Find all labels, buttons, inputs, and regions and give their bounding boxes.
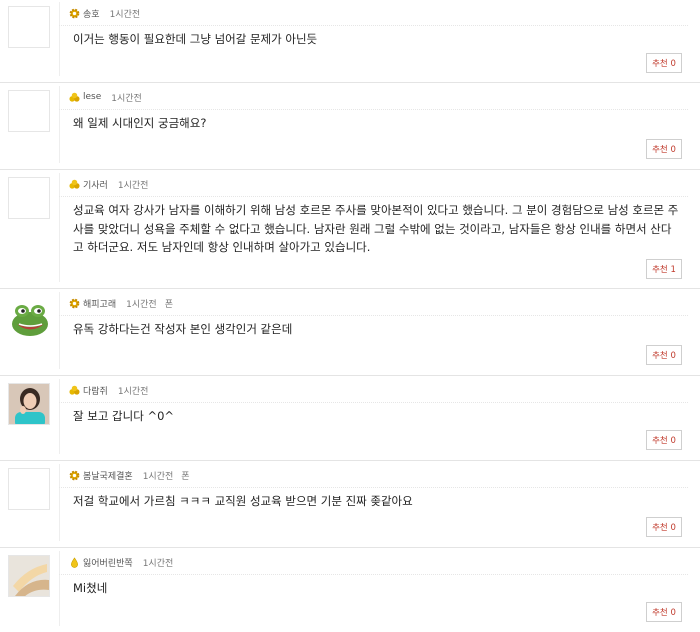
comment-item: 잃어버린반쪽 1시간전 Mi쳤네 추천 0 <box>0 549 700 632</box>
comment-author[interactable]: 다람쥐 <box>83 384 108 397</box>
comment-text: 이거는 행동이 필요한데 그냥 넘어갈 문제가 아닌듯 <box>73 32 318 46</box>
recommend-button[interactable]: 추천 0 <box>646 53 682 73</box>
comment-text: 잘 보고 갑니다 ^0^ <box>73 409 175 423</box>
comment-item: 다람쥐 1시간전 잘 보고 갑니다 ^0^ 추천 0 <box>0 377 700 461</box>
comment-time: 1시간전 <box>126 299 157 310</box>
recommend-button[interactable]: 추천 1 <box>646 259 682 279</box>
gear-badge-icon <box>69 470 80 480</box>
comment-time: 1시간전 <box>142 471 174 482</box>
comment-item: 기사러 1시간전 성교육 여자 강사가 남자를 이해하기 위해 남성 호르몬 주… <box>0 171 700 289</box>
medal-badge-icon <box>69 179 80 189</box>
comment-list: 송호 1시간전 이거는 행동이 필요한데 그냥 넘어갈 문제가 아닌듯 추천 0… <box>0 0 700 632</box>
comment-time: 1시간전 <box>111 93 142 104</box>
comment-text: 저걸 학교에서 가르침 ㅋㅋㅋ 교직원 성교육 받으면 기분 진짜 좆같아요 <box>73 494 413 508</box>
recommend-button[interactable]: 추천 0 <box>646 345 682 365</box>
comment-author[interactable]: 잃어버린반쪽 <box>83 556 133 569</box>
comment-author[interactable]: 해피고래 <box>83 297 116 310</box>
recommend-button[interactable]: 추천 0 <box>646 602 682 622</box>
user-photo-image <box>9 384 49 424</box>
user-photo-image <box>9 556 49 596</box>
avatar[interactable] <box>8 6 50 48</box>
medal-badge-icon <box>69 92 80 102</box>
mobile-icon: 폰 <box>164 299 173 310</box>
comment-text: Mi쳤네 <box>73 581 108 595</box>
comment-item: lese 1시간전 왜 일제 시대인지 궁금해요? 추천 0 <box>0 84 700 170</box>
comment-item: 송호 1시간전 이거는 행동이 필요한데 그냥 넘어갈 문제가 아닌듯 추천 0 <box>0 0 700 83</box>
drop-badge-icon <box>71 556 78 568</box>
mobile-icon: 폰 <box>181 471 190 482</box>
comment-author[interactable]: lese <box>83 92 101 102</box>
avatar[interactable] <box>8 383 50 425</box>
comment-text: 왜 일제 시대인지 궁금해요? <box>73 116 207 130</box>
recommend-button[interactable]: 추천 0 <box>646 517 682 537</box>
frog-avatar-image <box>9 297 49 337</box>
medal-badge-icon <box>69 385 80 395</box>
avatar[interactable] <box>8 177 50 219</box>
avatar[interactable] <box>8 90 50 132</box>
comment-author[interactable]: 기사러 <box>83 178 108 191</box>
comment-text: 유독 강하다는건 작성자 본인 생각인거 같은데 <box>73 322 293 336</box>
comment-author[interactable]: 봄날국제결혼 <box>83 469 133 482</box>
comment-author[interactable]: 송호 <box>83 7 100 20</box>
recommend-button[interactable]: 추천 0 <box>646 430 682 450</box>
recommend-button[interactable]: 추천 0 <box>646 139 682 159</box>
gear-badge-icon <box>69 8 80 18</box>
comment-text: 성교육 여자 강사가 남자를 이해하기 위해 남성 호르몬 주사를 맞아본적이 … <box>73 203 679 254</box>
comment-item: 봄날국제결혼 1시간전 폰 저걸 학교에서 가르침 ㅋㅋㅋ 교직원 성교육 받으… <box>0 462 700 548</box>
avatar[interactable] <box>8 468 50 510</box>
comment-item: 해피고래 1시간전 폰 유독 강하다는건 작성자 본인 생각인거 같은데 추천 … <box>0 290 700 376</box>
comment-time: 1시간전 <box>117 180 149 191</box>
comment-time: 1시간전 <box>109 9 141 20</box>
avatar[interactable] <box>8 296 50 338</box>
gear-badge-icon <box>69 298 80 308</box>
comment-time: 1시간전 <box>142 558 174 569</box>
comment-time: 1시간전 <box>117 386 149 397</box>
avatar[interactable] <box>8 555 50 597</box>
